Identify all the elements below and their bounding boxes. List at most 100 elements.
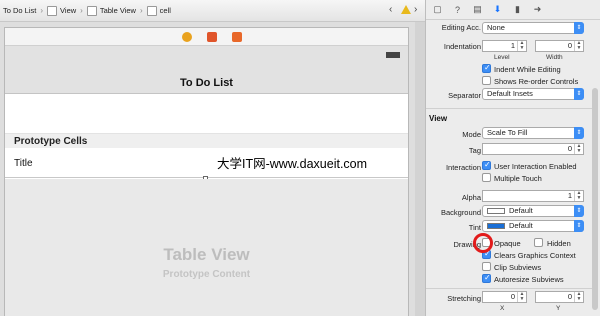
chevron-left-icon[interactable]: ‹ bbox=[389, 4, 392, 15]
stretch-x-field[interactable]: 0 ▲ ▼ bbox=[482, 291, 527, 303]
section-header: Prototype Cells bbox=[5, 134, 408, 148]
autoresize-subviews-label: Autoresize Subviews bbox=[494, 275, 564, 284]
cell-icon bbox=[146, 5, 157, 16]
stretch-x-value: 0 bbox=[510, 292, 515, 301]
navigation-bar[interactable]: To Do List bbox=[5, 46, 408, 94]
clip-subviews-checkbox[interactable] bbox=[482, 262, 491, 271]
separator-label: Separator bbox=[448, 91, 481, 100]
tag-field[interactable]: 0 ▲ ▼ bbox=[482, 143, 584, 155]
indentation-level-field[interactable]: 1 ▲ ▼ bbox=[482, 40, 527, 52]
battery-icon bbox=[386, 52, 400, 58]
mode-value: Scale To Fill bbox=[487, 128, 528, 137]
alpha-field[interactable]: 1 ▲ ▼ bbox=[482, 190, 584, 202]
warning-icon[interactable] bbox=[401, 5, 411, 14]
hidden-label: Hidden bbox=[547, 239, 571, 248]
nav-title[interactable]: To Do List bbox=[5, 77, 408, 89]
popup-arrow-icon: ⇕ bbox=[574, 22, 584, 34]
stepper-icon[interactable]: ▲ ▼ bbox=[517, 41, 526, 51]
mode-label: Mode bbox=[462, 130, 481, 139]
mode-popup[interactable]: Scale To Fill ⇕ bbox=[482, 127, 584, 139]
view-icon bbox=[47, 5, 58, 16]
autoresize-subviews-checkbox[interactable] bbox=[482, 273, 491, 283]
hidden-checkbox[interactable] bbox=[534, 238, 543, 247]
indent-while-editing-checkbox[interactable] bbox=[482, 63, 491, 73]
multiple-touch-checkbox[interactable] bbox=[482, 173, 491, 182]
opaque-label: Opaque bbox=[494, 239, 521, 248]
stretch-y-field[interactable]: 0 ▲ ▼ bbox=[535, 291, 584, 303]
jump-bar: To Do List › View › Table View › cell bbox=[0, 0, 425, 22]
alpha-value: 1 bbox=[567, 191, 572, 200]
table-view-controller-scene[interactable]: To Do List Prototype Cells Title 大学IT网-w… bbox=[4, 27, 409, 316]
indentation-width-field[interactable]: 0 ▲ ▼ bbox=[535, 40, 584, 52]
stepper-icon[interactable]: ▲ ▼ bbox=[574, 41, 583, 51]
crumb-view[interactable]: View bbox=[47, 5, 76, 16]
chevron-right-icon: › bbox=[139, 6, 143, 15]
inspector-tabs: ▢ ? ▤ ⬇ ▮ ➜ bbox=[426, 0, 600, 20]
section-header-label: Prototype Cells bbox=[14, 136, 88, 147]
popup-arrow-icon: ⇕ bbox=[574, 88, 584, 100]
divider bbox=[426, 108, 592, 109]
chevron-right-icon: › bbox=[40, 6, 44, 15]
alpha-label: Alpha bbox=[461, 193, 481, 202]
stepper-icon[interactable]: ▲ ▼ bbox=[517, 292, 526, 302]
background-value: Default bbox=[509, 206, 533, 215]
attributes-icon[interactable]: ⬇ bbox=[492, 4, 503, 15]
highlight-circle bbox=[473, 233, 493, 253]
multiple-touch-label: Multiple Touch bbox=[494, 174, 542, 183]
table-view-placeholder-subtitle: Prototype Content bbox=[162, 269, 251, 280]
user-interaction-checkbox[interactable] bbox=[482, 160, 491, 170]
exit-icon[interactable] bbox=[232, 32, 242, 42]
background-popup[interactable]: Default ⇕ bbox=[482, 205, 584, 217]
stepper-icon[interactable]: ▲ ▼ bbox=[574, 292, 583, 302]
stepper-icon[interactable]: ▲ ▼ bbox=[574, 144, 583, 154]
indent-while-editing-label: Indent While Editing bbox=[494, 65, 561, 74]
crumb-storyboard[interactable]: To Do List bbox=[3, 6, 36, 16]
stepper-icon[interactable]: ▲ ▼ bbox=[574, 191, 583, 201]
table-view-placeholder-title: Table View bbox=[163, 245, 250, 264]
stretch-y-value: 0 bbox=[567, 292, 572, 301]
user-interaction-label: User Interaction Enabled bbox=[494, 162, 577, 171]
storyboard-canvas[interactable]: To Do List Prototype Cells Title 大学IT网-w… bbox=[0, 22, 425, 316]
tint-swatch bbox=[487, 223, 505, 229]
interaction-label: Interaction bbox=[445, 163, 481, 172]
popup-arrow-icon: ⇕ bbox=[574, 127, 584, 139]
popup-arrow-icon: ⇕ bbox=[574, 205, 584, 217]
identity-icon[interactable]: ▤ bbox=[472, 4, 483, 15]
table-header bbox=[5, 94, 408, 134]
background-label: Background bbox=[440, 208, 481, 217]
separator-popup[interactable]: Default Insets ⇕ bbox=[482, 88, 584, 100]
editing-acc-popup[interactable]: None ⇕ bbox=[482, 22, 584, 34]
canvas-scrollbar[interactable] bbox=[415, 22, 425, 316]
indentation-width-value: 0 bbox=[567, 41, 572, 50]
stretching-label: Stretching bbox=[447, 294, 481, 303]
tint-label: Tint bbox=[468, 223, 481, 232]
shows-reorder-checkbox[interactable] bbox=[482, 76, 491, 85]
clip-subviews-label: Clip Subviews bbox=[494, 263, 542, 272]
xcode-window: To Do List › View › Table View › cell ‹ … bbox=[0, 0, 600, 316]
size-icon[interactable]: ▮ bbox=[512, 4, 523, 15]
view-section-title: View bbox=[429, 114, 448, 123]
connections-icon[interactable]: ➜ bbox=[532, 4, 543, 15]
table-view-body[interactable]: Table View Prototype Content bbox=[5, 179, 408, 316]
table-view-icon bbox=[86, 5, 97, 16]
crumb-table-view[interactable]: Table View bbox=[86, 5, 136, 16]
tag-value: 0 bbox=[567, 144, 572, 153]
level-label: Level bbox=[494, 54, 510, 61]
editing-acc-label: Editing Acc. bbox=[441, 23, 481, 32]
first-responder-icon[interactable] bbox=[207, 32, 217, 42]
file-icon[interactable]: ▢ bbox=[432, 4, 443, 15]
popup-arrow-icon: ⇕ bbox=[574, 220, 584, 232]
cell-title-label[interactable]: Title bbox=[14, 158, 33, 169]
chevron-right-icon[interactable]: › bbox=[414, 4, 417, 15]
width-label: Width bbox=[546, 54, 563, 61]
y-label: Y bbox=[556, 305, 561, 312]
tint-popup[interactable]: Default ⇕ bbox=[482, 220, 584, 232]
separator-value: Default Insets bbox=[487, 89, 533, 98]
shows-reorder-label: Shows Re-order Controls bbox=[494, 77, 579, 86]
indentation-level-value: 1 bbox=[510, 41, 515, 50]
indentation-label: Indentation bbox=[443, 42, 481, 51]
help-icon[interactable]: ? bbox=[452, 4, 463, 15]
controller-icon[interactable] bbox=[182, 32, 192, 42]
inspector-scrollbar[interactable] bbox=[592, 88, 598, 310]
crumb-cell[interactable]: cell bbox=[146, 5, 171, 16]
